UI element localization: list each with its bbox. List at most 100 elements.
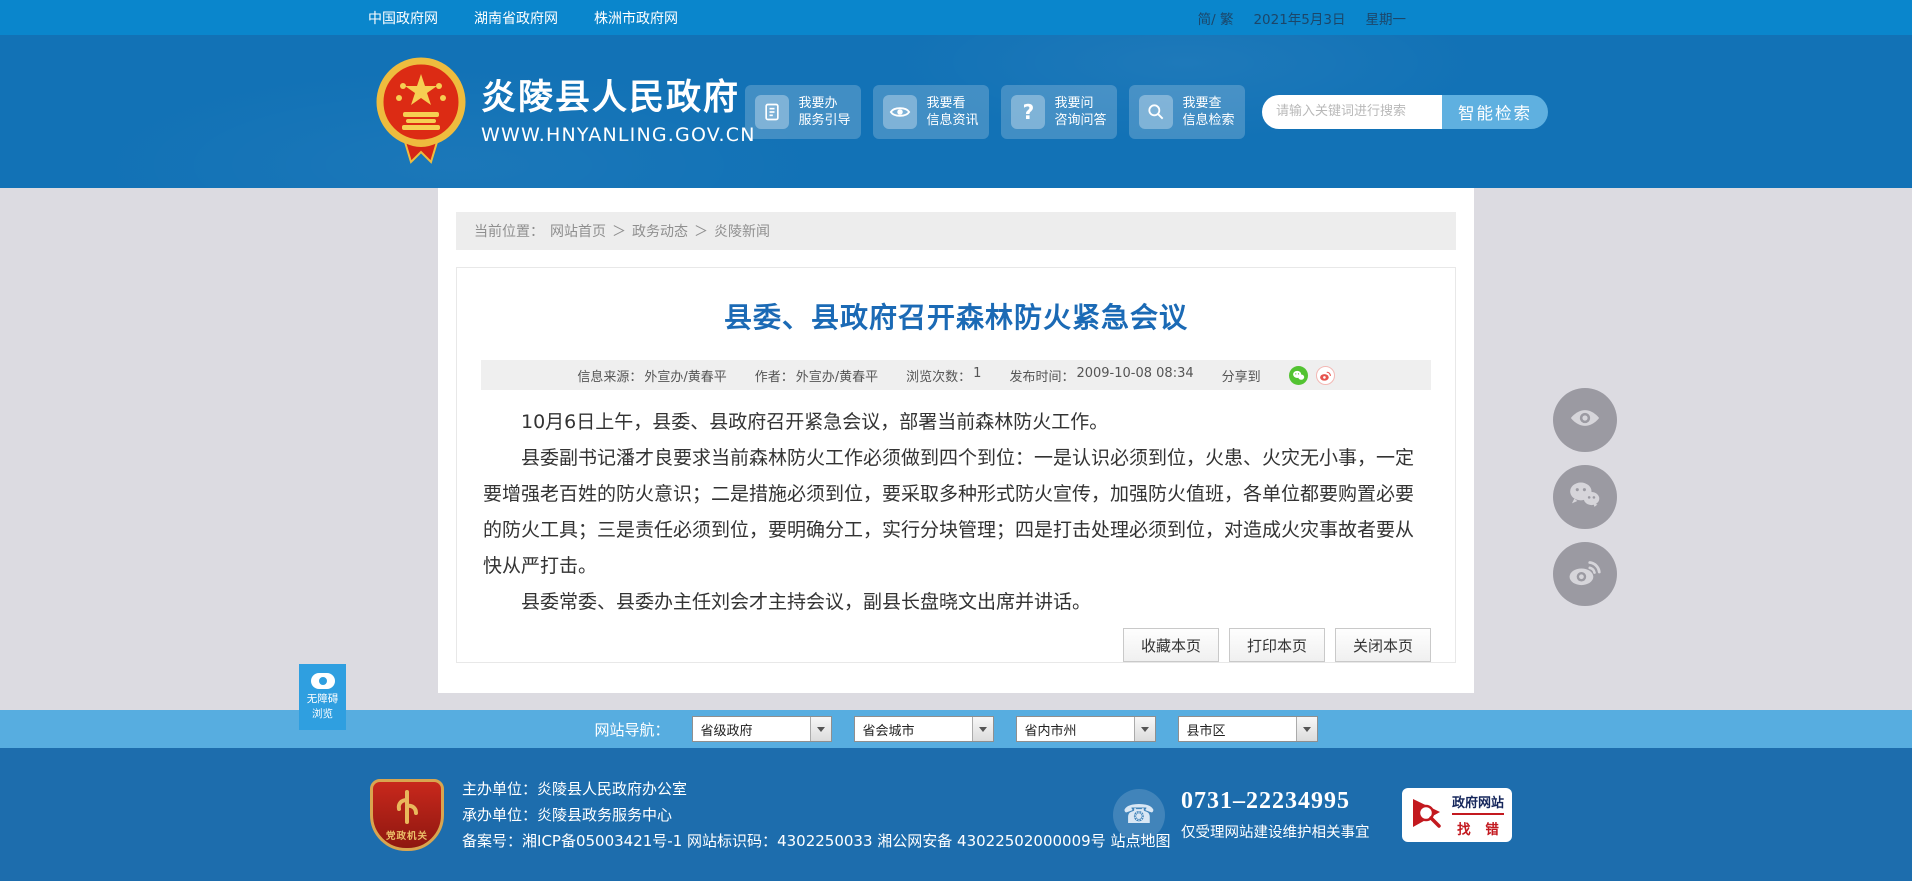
national-emblem-icon	[375, 54, 467, 170]
organizer-label: 承办单位：	[462, 805, 538, 824]
button-i-want-to-ask[interactable]: ? 我要问 咨询问答	[1001, 84, 1117, 139]
chevron-down-icon	[809, 717, 831, 741]
host-label: 主办单位：	[462, 779, 538, 798]
topbar-date: 2021年5月3日	[1253, 11, 1346, 28]
qbtn-line2: 服务引导	[798, 112, 851, 128]
smart-search-button[interactable]: 智能检索	[1442, 94, 1548, 129]
share-weibo-icon[interactable]	[1315, 365, 1335, 385]
meta-source-value: 外宣办/黄春平	[644, 369, 727, 385]
select-province-cities[interactable]: 省内市州	[1015, 716, 1156, 742]
meta-views-value: 1	[973, 365, 982, 381]
button-i-want-to-search[interactable]: 我要查 信息检索	[1129, 84, 1245, 139]
site-footer: 党政机关 主办单位：炎陵县人民政府办公室 承办单位：炎陵县政务服务中心 备案号：…	[0, 748, 1912, 881]
article-title: 县委、县政府召开森林防火紧急会议	[723, 301, 1188, 334]
topbar-weekday: 星期一	[1365, 11, 1407, 28]
select-county-districts[interactable]: 县市区	[1177, 716, 1318, 742]
party-gov-badge[interactable]: 党政机关	[370, 778, 444, 851]
qbtn-line1: 我要问	[1054, 95, 1094, 111]
meta-source-label: 信息来源：	[577, 369, 643, 385]
link-zhuzhou-gov[interactable]: 株洲市政府网	[594, 8, 678, 28]
accessibility-eye-button[interactable]	[1553, 388, 1617, 452]
floating-toolbar	[1553, 388, 1617, 606]
breadcrumb-gov-news[interactable]: 政务动态	[632, 221, 688, 241]
article-actions: 收藏本页 打印本页 关闭本页	[1122, 628, 1431, 662]
select-value: 省会城市	[862, 723, 915, 739]
select-capital-cities[interactable]: 省会城市	[853, 716, 994, 742]
button-i-want-to-read[interactable]: 我要看 信息资讯	[873, 84, 989, 139]
breadcrumb-yanling-news[interactable]: 炎陵新闻	[714, 221, 770, 241]
article-card: 县委、县政府召开森林防火紧急会议 信息来源： 外宣办/黄春平 作者： 外宣办/黄…	[456, 267, 1456, 663]
select-value: 省内市州	[1024, 723, 1077, 739]
site-url: WWW.HNYANLING.GOV.CN	[481, 123, 756, 146]
article-paragraph: 10月6日上午，县委、县政府召开紧急会议，部署当前森林防火工作。	[521, 411, 1109, 433]
topbar-links: 中国政府网 湖南省政府网 株洲市政府网	[368, 8, 678, 28]
article-paragraph: 县委常委、县委办主任刘会才主持会议，副县长盘晓文出席并讲话。	[521, 591, 1092, 613]
access-label-line1: 无障碍	[306, 693, 339, 705]
footer-phone: ☎ 0731–22234995 仅受理网站建设维护相关事宜	[1113, 788, 1370, 842]
breadcrumb-separator: ＞	[612, 224, 626, 240]
language-toggle[interactable]: 简/ 繁	[1198, 8, 1234, 28]
bookmark-page-button[interactable]: 收藏本页	[1122, 628, 1219, 662]
search-bar: 智能检索	[1262, 94, 1548, 129]
phone-number: 0731–22234995	[1181, 787, 1350, 814]
meta-author-value: 外宣办/黄春平	[795, 369, 879, 385]
site-logo[interactable]: 炎陵县人民政府 WWW.HNYANLING.GOV.CN	[375, 54, 754, 170]
main-area: 当前位置： 网站首页 ＞ 政务动态 ＞ 炎陵新闻 县委、县政府召开森林防火紧急会…	[0, 188, 1912, 710]
qbtn-line1: 我要办	[798, 95, 838, 111]
quick-buttons: 我要办 服务引导 我要看 信息资讯 ? 我要问 咨询问答 我要查 信息检索	[745, 84, 1245, 139]
breadcrumb-separator: ＞	[694, 224, 708, 240]
accessibility-browse-button[interactable]: 无障碍 浏览	[299, 664, 346, 730]
qbtn-line1: 我要查	[1182, 95, 1222, 111]
meta-time-label: 发布时间：	[1009, 369, 1075, 385]
meta-views-label: 浏览次数：	[906, 369, 972, 385]
select-value: 县市区	[1186, 723, 1226, 739]
link-china-gov[interactable]: 中国政府网	[368, 8, 438, 28]
share-label: 分享到	[1221, 369, 1261, 385]
qbtn-line2: 咨询问答	[1054, 112, 1107, 128]
eye-icon	[310, 673, 335, 689]
qbtn-line1: 我要看	[926, 95, 966, 111]
magnifier-icon	[1139, 94, 1174, 129]
site-nav-strip: 网站导航： 省级政府 省会城市 省内市州 县市区	[0, 710, 1912, 748]
wechat-share-button[interactable]	[1553, 465, 1617, 529]
meta-time-value: 2009-10-08 08:34	[1076, 365, 1194, 381]
site-code-label: 网站标识码：	[687, 831, 778, 850]
meta-author-label: 作者：	[754, 369, 794, 385]
phone-icon: ☎	[1113, 788, 1165, 841]
print-page-button[interactable]: 打印本页	[1228, 628, 1325, 662]
breadcrumb-home[interactable]: 网站首页	[550, 221, 606, 241]
weibo-icon	[1566, 553, 1604, 595]
error-finder-icon	[1410, 796, 1444, 834]
button-i-want-to-handle[interactable]: 我要办 服务引导	[745, 84, 861, 139]
site-name: 炎陵县人民政府	[481, 77, 741, 118]
breadcrumb-label: 当前位置：	[474, 224, 544, 240]
error-badge-title: 政府网站	[1451, 792, 1504, 815]
close-page-button[interactable]: 关闭本页	[1334, 628, 1431, 662]
filing-label: 备案号：	[462, 831, 523, 850]
security-filing: 湘公网安备 43022502000009号	[877, 831, 1106, 850]
qbtn-line2: 信息检索	[1182, 112, 1235, 128]
link-hunan-gov[interactable]: 湖南省政府网	[474, 8, 558, 28]
eye-icon	[883, 94, 918, 129]
site-code-value: 4302250033	[777, 831, 873, 850]
site-header: 炎陵县人民政府 WWW.HNYANLING.GOV.CN 我要办 服务引导 我要…	[0, 35, 1912, 188]
topbar: 中国政府网 湖南省政府网 株洲市政府网 简/ 繁 2021年5月3日 星期一	[0, 0, 1912, 35]
footer-info: 主办单位：炎陵县人民政府办公室 承办单位：炎陵县政务服务中心 备案号：湘ICP备…	[462, 776, 1170, 854]
gov-site-error-report-button[interactable]: 政府网站 找 错	[1402, 787, 1512, 842]
article-body: 10月6日上午，县委、县政府召开紧急会议，部署当前森林防火工作。 县委副书记潘才…	[481, 390, 1431, 620]
weibo-share-button[interactable]	[1553, 542, 1617, 606]
select-provincial-gov[interactable]: 省级政府	[691, 716, 832, 742]
chevron-down-icon	[971, 717, 993, 741]
error-badge-action: 找 错	[1457, 821, 1504, 838]
wechat-icon	[1566, 476, 1604, 518]
document-icon	[755, 94, 790, 129]
chevron-down-icon	[1295, 717, 1317, 741]
content-wrap: 当前位置： 网站首页 ＞ 政务动态 ＞ 炎陵新闻 县委、县政府召开森林防火紧急会…	[438, 188, 1474, 693]
search-input[interactable]	[1262, 94, 1442, 129]
question-icon: ?	[1011, 94, 1046, 129]
phone-note: 仅受理网站建设维护相关事宜	[1181, 824, 1370, 841]
organizer-value: 炎陵县政务服务中心	[537, 805, 673, 824]
qbtn-line2: 信息资讯	[926, 112, 979, 128]
share-wechat-icon[interactable]	[1288, 365, 1308, 385]
eye-icon	[1567, 400, 1603, 440]
